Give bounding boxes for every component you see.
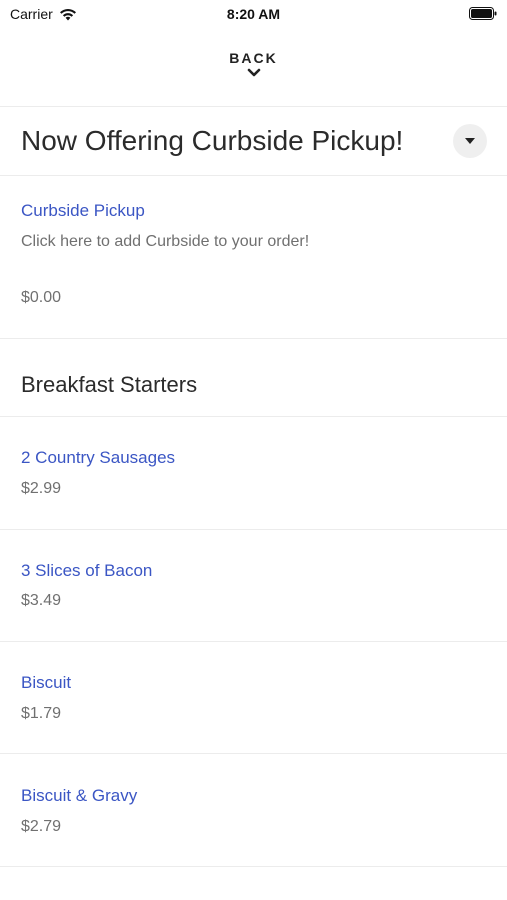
menu-item-description: Click here to add Curbside to your order… <box>21 233 310 250</box>
section-toggle-button[interactable] <box>453 124 487 158</box>
status-time: 8:20 AM <box>226 6 281 22</box>
divider <box>0 175 507 176</box>
back-button[interactable]: BACK <box>0 50 507 90</box>
back-label: BACK <box>229 50 278 66</box>
divider <box>0 338 507 339</box>
divider <box>0 866 507 867</box>
menu-item-name[interactable]: 3 Slices of Bacon <box>21 561 152 581</box>
divider <box>0 416 507 417</box>
menu-item-price: $2.79 <box>21 818 62 835</box>
caret-down-icon <box>465 138 475 144</box>
section-title-breakfast: Breakfast Starters <box>21 372 198 397</box>
menu-item-price: $3.49 <box>21 592 62 609</box>
menu-item-name[interactable]: Biscuit & Gravy <box>21 786 137 806</box>
divider <box>0 641 507 642</box>
menu-item-name[interactable]: Biscuit <box>21 673 71 693</box>
menu-item-name[interactable]: 2 Country Sausages <box>21 448 175 468</box>
divider <box>0 106 507 107</box>
battery-icon <box>469 7 497 20</box>
menu-item-price: $0.00 <box>21 289 62 306</box>
menu-item-name[interactable]: Curbside Pickup <box>21 201 145 221</box>
menu-item-price: $1.79 <box>21 705 62 722</box>
status-bar: Carrier 8:20 AM <box>0 0 507 28</box>
divider <box>0 753 507 754</box>
chevron-down-icon <box>247 68 260 77</box>
menu-item-price: $2.99 <box>21 480 62 497</box>
section-title-curbside: Now Offering Curbside Pickup! <box>21 125 404 156</box>
divider <box>0 529 507 530</box>
